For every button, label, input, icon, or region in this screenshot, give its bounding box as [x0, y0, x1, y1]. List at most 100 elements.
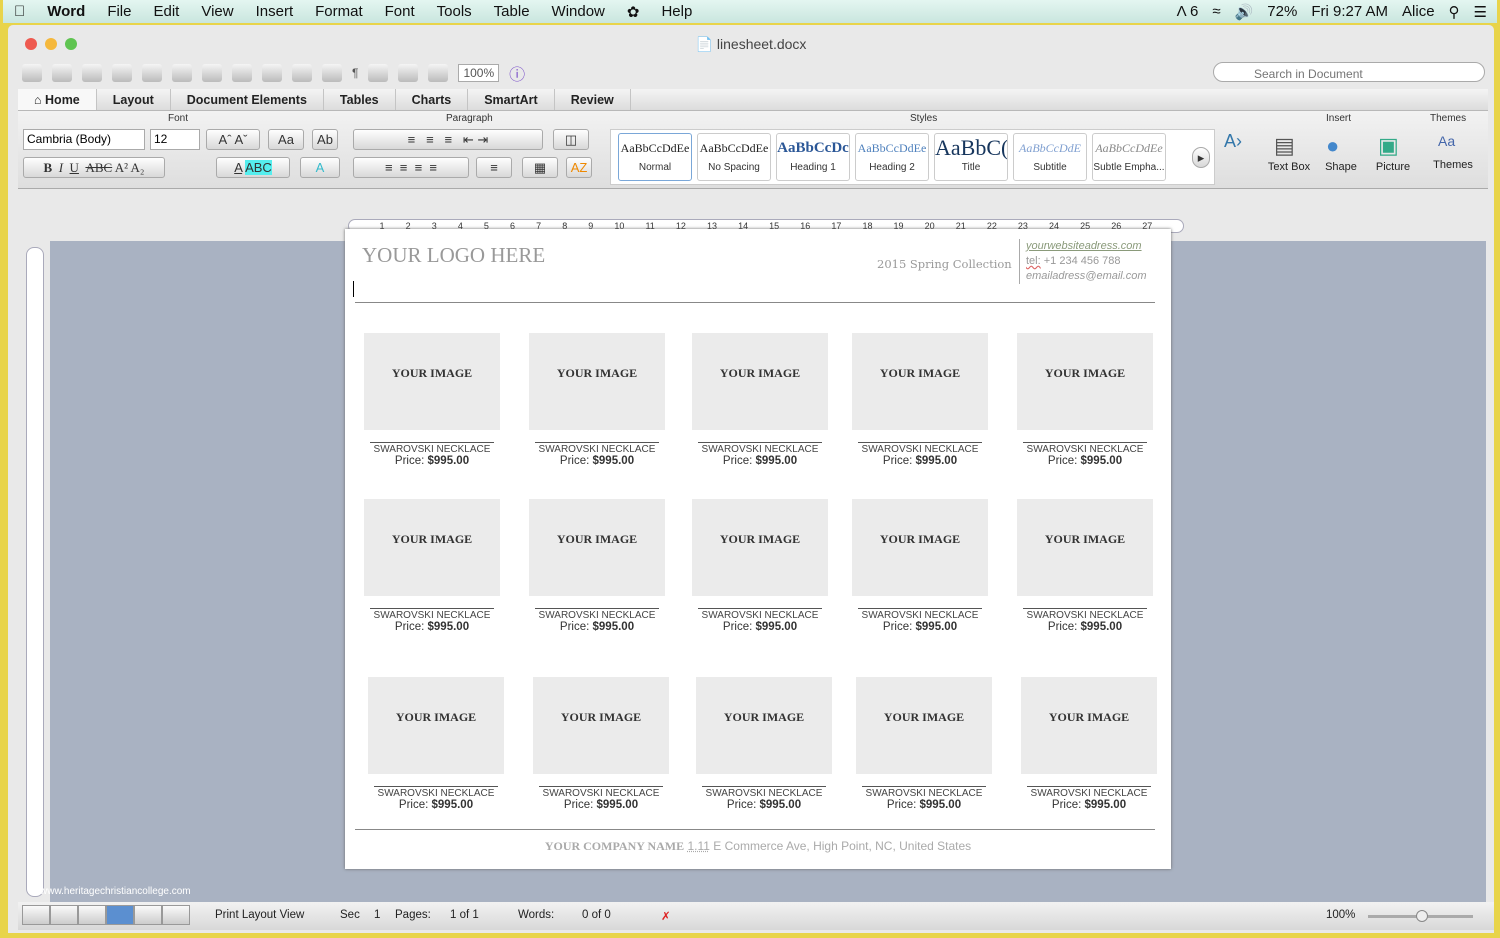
- style-subtle-empha[interactable]: AaBbCcDdEe Subtle Empha...: [1092, 133, 1166, 181]
- picture-button[interactable]: Picture: [1368, 161, 1418, 173]
- font-name-field[interactable]: Cambria (Body): [23, 129, 145, 150]
- tab-home[interactable]: ⌂ Home: [18, 89, 97, 110]
- menu-help[interactable]: Help: [650, 3, 703, 20]
- image-placeholder[interactable]: YOUR IMAGE: [692, 333, 828, 430]
- website-link[interactable]: yourwebsiteadress.com: [1026, 239, 1147, 254]
- apple-icon[interactable]: : [3, 3, 36, 20]
- text-effects-button[interactable]: A: [300, 157, 340, 178]
- proofing-error-icon[interactable]: ✗: [661, 909, 671, 923]
- style-title[interactable]: AaBbC(Title: [934, 133, 1008, 181]
- list-icon[interactable]: ☰: [1474, 3, 1487, 21]
- menu-view[interactable]: View: [190, 3, 244, 20]
- style-heading-1[interactable]: AaBbCcDc Heading 1: [776, 133, 850, 181]
- tab-tables[interactable]: Tables: [324, 89, 396, 110]
- style-no-spacing[interactable]: AaBbCcDdEe No Spacing: [697, 133, 771, 181]
- gallery-icon[interactable]: [398, 64, 419, 82]
- menu-font[interactable]: Font: [374, 3, 426, 20]
- tab-smartart[interactable]: SmartArt: [468, 89, 555, 110]
- image-placeholder[interactable]: YOUR IMAGE: [529, 499, 665, 596]
- image-placeholder[interactable]: YOUR IMAGE: [856, 677, 992, 774]
- zoom-select[interactable]: 100%: [458, 64, 500, 82]
- menu-tools[interactable]: Tools: [426, 3, 483, 20]
- font-size-field[interactable]: 12: [150, 129, 200, 150]
- menu-insert[interactable]: Insert: [245, 3, 305, 20]
- pilcrow-icon[interactable]: ¶: [352, 66, 358, 80]
- spotlight-icon[interactable]: ⚲: [1449, 3, 1460, 21]
- tab-layout[interactable]: Layout: [97, 89, 171, 110]
- search-input[interactable]: [1213, 62, 1485, 82]
- font-color-button[interactable]: A ABC: [216, 157, 290, 178]
- sort-button[interactable]: AZ: [566, 157, 592, 178]
- toolbox-icon[interactable]: [428, 64, 449, 82]
- style-subtitle[interactable]: AaBbCcDdE Subtitle: [1013, 133, 1087, 181]
- redo-icon[interactable]: [322, 64, 342, 82]
- shape-icon[interactable]: ●: [1326, 133, 1339, 159]
- list-buttons[interactable]: ≡ ≡ ≡ ⇤ ⇥: [353, 129, 543, 150]
- text-box-icon[interactable]: ▤: [1274, 133, 1295, 159]
- cut-icon[interactable]: [172, 64, 192, 82]
- image-placeholder[interactable]: YOUR IMAGE: [852, 333, 988, 430]
- picture-icon[interactable]: ▣: [1378, 133, 1399, 159]
- columns-button[interactable]: ◫: [553, 129, 589, 150]
- print-layout-view-icon[interactable]: [106, 905, 134, 925]
- vertical-ruler[interactable]: [26, 247, 44, 897]
- clock[interactable]: Fri 9:27 AM: [1311, 3, 1388, 20]
- script-icon[interactable]: ✿: [616, 3, 651, 21]
- menu-file[interactable]: File: [96, 3, 142, 20]
- full-screen-view-icon[interactable]: [162, 905, 190, 925]
- user-name[interactable]: Alice: [1402, 3, 1435, 20]
- undo-icon[interactable]: [292, 64, 312, 82]
- zoom-slider-thumb[interactable]: [1416, 910, 1428, 922]
- image-placeholder[interactable]: YOUR IMAGE: [1017, 333, 1153, 430]
- grow-shrink-font-button[interactable]: Aˆ Aˇ: [206, 129, 260, 150]
- image-placeholder[interactable]: YOUR IMAGE: [364, 333, 500, 430]
- new-icon[interactable]: [22, 64, 42, 82]
- styles-next-button[interactable]: ▸: [1192, 147, 1210, 168]
- themes-icon[interactable]: Aa: [1438, 133, 1455, 149]
- minimize-button[interactable]: [45, 38, 57, 50]
- menu-format[interactable]: Format: [304, 3, 374, 20]
- image-placeholder[interactable]: YOUR IMAGE: [364, 499, 500, 596]
- text-box-button[interactable]: Text Box: [1264, 161, 1314, 173]
- image-placeholder[interactable]: YOUR IMAGE: [696, 677, 832, 774]
- outline-view-icon[interactable]: [50, 905, 78, 925]
- menu-table[interactable]: Table: [483, 3, 541, 20]
- volume-icon[interactable]: 🔊: [1235, 3, 1254, 21]
- menu-window[interactable]: Window: [541, 3, 616, 20]
- sidebar-icon[interactable]: [368, 64, 389, 82]
- line-spacing-button[interactable]: ≡: [476, 157, 512, 178]
- tab-document-elements[interactable]: Document Elements: [171, 89, 324, 110]
- tab-charts[interactable]: Charts: [396, 89, 469, 110]
- image-placeholder[interactable]: YOUR IMAGE: [692, 499, 828, 596]
- close-button[interactable]: [25, 38, 37, 50]
- manage-styles-icon[interactable]: A›: [1224, 131, 1242, 152]
- shape-button[interactable]: Shape: [1316, 161, 1366, 173]
- bold-italic-underline-buttons[interactable]: B I U ABC A² A₂: [23, 157, 165, 178]
- draft-view-icon[interactable]: [22, 905, 50, 925]
- publishing-view-icon[interactable]: [78, 905, 106, 925]
- image-placeholder[interactable]: YOUR IMAGE: [533, 677, 669, 774]
- copy-icon[interactable]: [202, 64, 222, 82]
- open-icon[interactable]: [82, 64, 102, 82]
- help-icon[interactable]: ⓘ: [509, 61, 525, 85]
- menu-edit[interactable]: Edit: [142, 3, 190, 20]
- spelling-button[interactable]: Ab: [312, 129, 338, 150]
- adobe-icon[interactable]: Λ 6: [1177, 3, 1199, 20]
- save-icon[interactable]: [112, 64, 132, 82]
- print-icon[interactable]: [142, 64, 162, 82]
- borders-button[interactable]: ▦: [522, 157, 558, 178]
- style-heading-2[interactable]: AaBbCcDdEe Heading 2: [855, 133, 929, 181]
- format-painter-icon[interactable]: [262, 64, 282, 82]
- notebook-view-icon[interactable]: [134, 905, 162, 925]
- menu-app[interactable]: Word: [36, 3, 96, 20]
- image-placeholder[interactable]: YOUR IMAGE: [368, 677, 504, 774]
- document-page[interactable]: YOUR LOGO HERE 2015 Spring Collection yo…: [345, 229, 1171, 869]
- image-placeholder[interactable]: YOUR IMAGE: [1021, 677, 1157, 774]
- battery-percent[interactable]: 72%: [1267, 3, 1297, 20]
- alignment-buttons[interactable]: ≡ ≡ ≡ ≡: [353, 157, 469, 178]
- image-placeholder[interactable]: YOUR IMAGE: [529, 333, 665, 430]
- image-placeholder[interactable]: YOUR IMAGE: [1017, 499, 1153, 596]
- style-normal[interactable]: AaBbCcDdEe Normal: [618, 133, 692, 181]
- tab-review[interactable]: Review: [555, 89, 631, 110]
- wifi-icon[interactable]: ≈: [1212, 3, 1220, 20]
